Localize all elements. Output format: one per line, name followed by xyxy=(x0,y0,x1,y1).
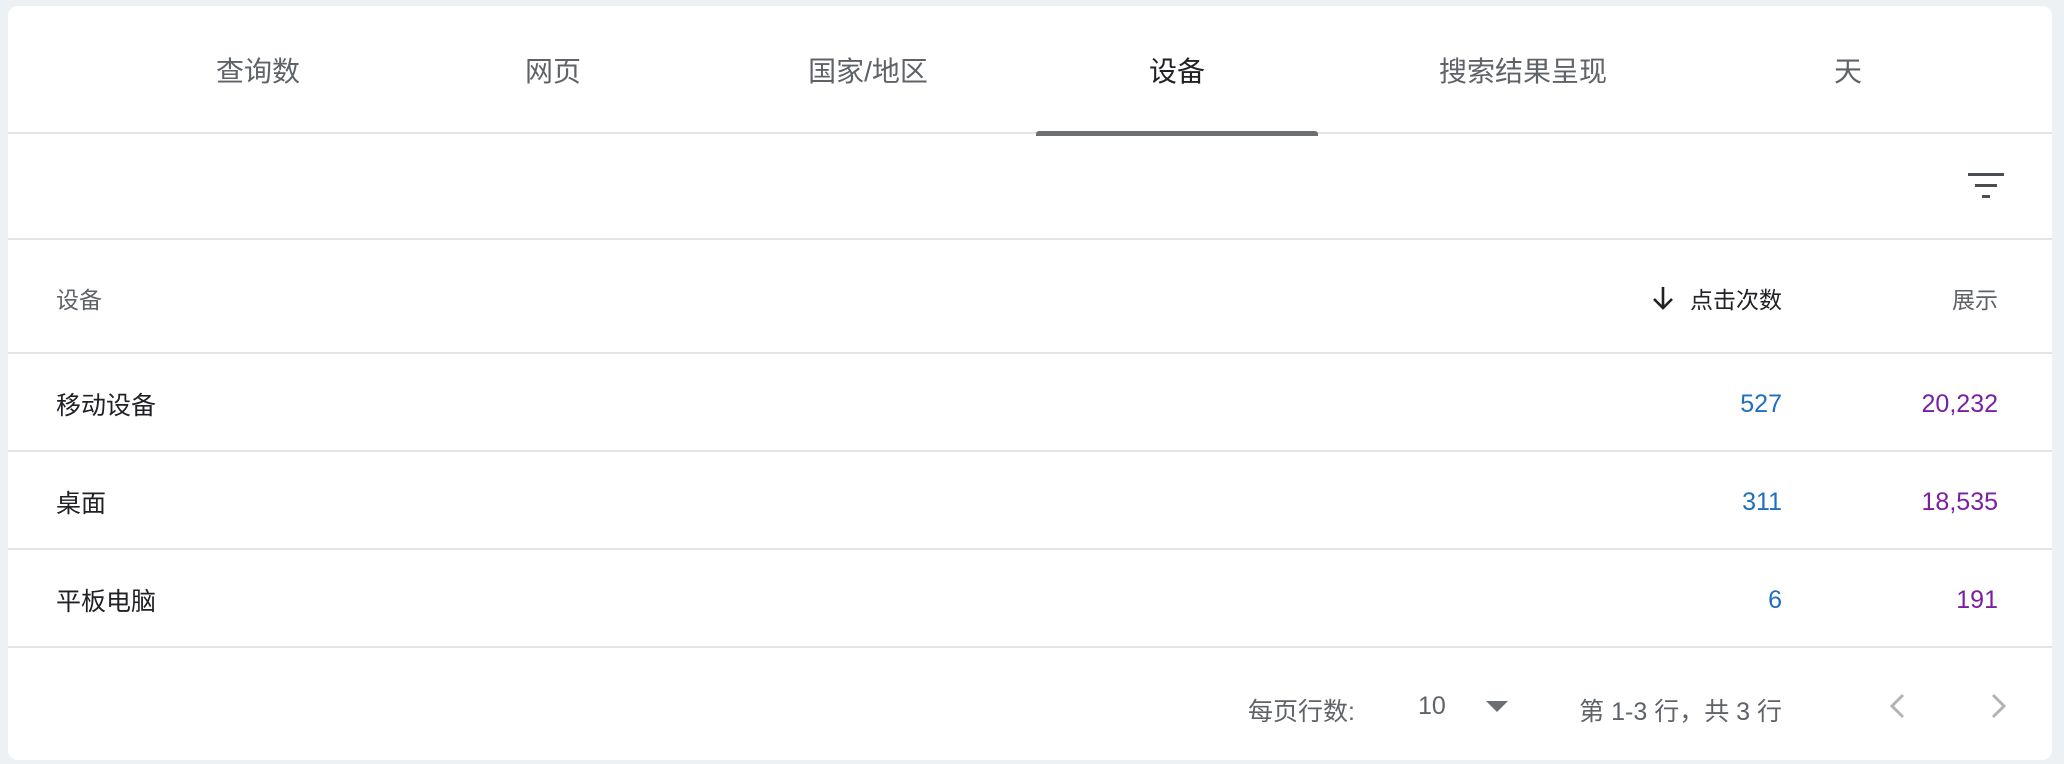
filter-button[interactable] xyxy=(1966,166,2006,206)
clicks-cell: 311 xyxy=(1742,487,1782,516)
caret-down-icon xyxy=(1485,700,1508,712)
table-row[interactable]: 平板电脑 6 191 xyxy=(8,552,2052,648)
column-header-device[interactable]: 设备 xyxy=(56,242,102,354)
tab-label: 查询数 xyxy=(215,56,300,87)
rows-per-page-value: 10 xyxy=(1418,691,1446,720)
tab-label: 设备 xyxy=(1148,56,1205,87)
impressions-cell: 18,535 xyxy=(1921,487,1998,516)
rows-per-page-select[interactable]: 10 xyxy=(1418,686,1508,726)
tab-search-appearance[interactable]: 搜索结果呈现 xyxy=(1378,6,1668,134)
performance-card: 查询数 网页 国家/地区 设备 搜索结果呈现 天 设备 点击次数 展示 移动设备… xyxy=(8,6,2052,760)
column-header-clicks[interactable]: 点击次数 xyxy=(1652,242,1782,354)
tab-devices[interactable]: 设备 xyxy=(1036,6,1318,136)
pagination-range: 第 1-3 行，共 3 行 xyxy=(1579,698,1782,726)
tab-queries[interactable]: 查询数 xyxy=(158,6,358,134)
dimension-tabs: 查询数 网页 国家/地区 设备 搜索结果呈现 天 xyxy=(8,6,2052,136)
chevron-right-icon xyxy=(1991,693,2007,719)
column-header-label: 点击次数 xyxy=(1690,287,1782,313)
clicks-cell: 6 xyxy=(1768,585,1782,614)
next-page-button[interactable] xyxy=(1978,686,2018,726)
tab-label: 网页 xyxy=(524,56,581,87)
table-row[interactable]: 移动设备 527 20,232 xyxy=(8,356,2052,452)
tab-label: 国家/地区 xyxy=(808,56,928,87)
table-pagination: 每页行数: 10 第 1-3 行，共 3 行 xyxy=(8,656,2052,760)
device-cell: 平板电脑 xyxy=(56,588,157,616)
rows-per-page-label: 每页行数: xyxy=(1248,698,1355,726)
filter-list-icon xyxy=(1968,173,2004,198)
tab-dates[interactable]: 天 xyxy=(1748,6,1948,134)
column-header-impressions[interactable]: 展示 xyxy=(1952,242,1998,354)
table-row[interactable]: 桌面 311 18,535 xyxy=(8,454,2052,550)
filter-bar xyxy=(8,136,2052,240)
arrow-down-icon xyxy=(1652,285,1674,311)
tab-countries[interactable]: 国家/地区 xyxy=(748,6,988,134)
previous-page-button[interactable] xyxy=(1878,686,1918,726)
chevron-left-icon xyxy=(1889,693,1905,719)
clicks-cell: 527 xyxy=(1740,389,1782,418)
impressions-cell: 191 xyxy=(1956,585,1998,614)
device-cell: 移动设备 xyxy=(56,392,157,420)
device-cell: 桌面 xyxy=(56,490,107,518)
table-header: 设备 点击次数 展示 xyxy=(8,242,2052,354)
tab-label: 天 xyxy=(1833,56,1862,87)
tab-label: 搜索结果呈现 xyxy=(1438,56,1607,87)
impressions-cell: 20,232 xyxy=(1921,389,1998,418)
tab-pages[interactable]: 网页 xyxy=(458,6,648,134)
